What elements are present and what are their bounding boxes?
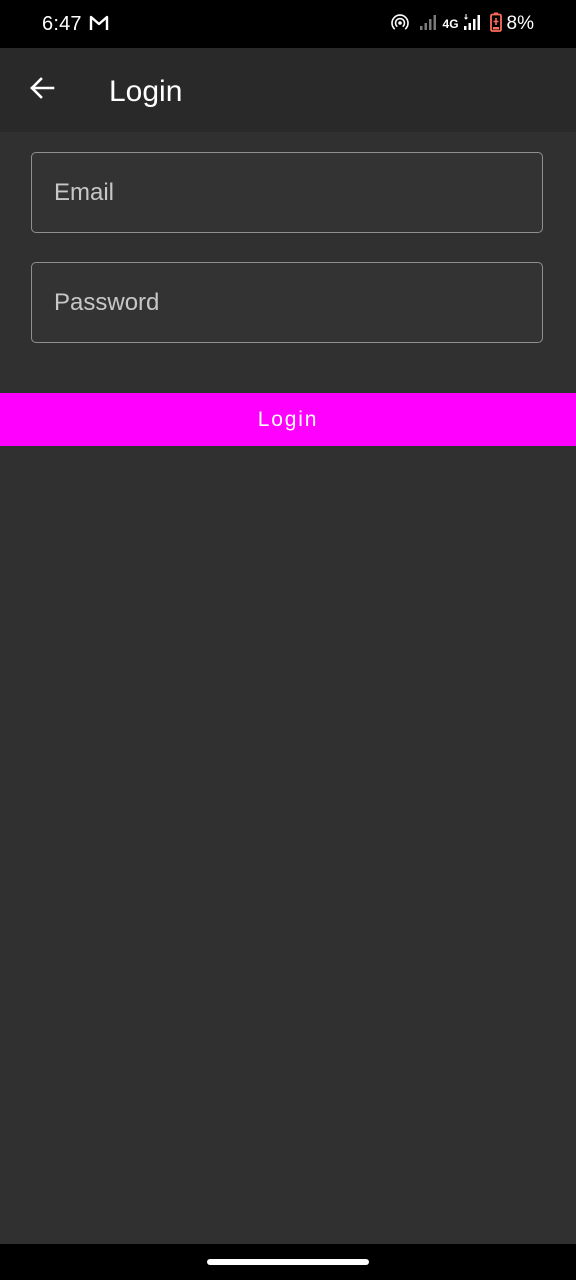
signal-2-icon	[463, 13, 481, 36]
email-input[interactable]	[32, 153, 542, 232]
battery-icon	[489, 12, 502, 37]
hotspot-icon	[390, 13, 409, 36]
gmail-icon	[89, 14, 109, 32]
network-type: 4G	[442, 17, 459, 31]
home-indicator[interactable]	[207, 1259, 369, 1265]
app-bar: Login	[0, 48, 576, 132]
login-button[interactable]: Login	[0, 393, 576, 446]
back-button[interactable]	[22, 70, 62, 110]
system-nav-bar	[0, 1244, 576, 1280]
status-icons: 4G 8%	[385, 12, 534, 36]
page-title: Login	[109, 75, 183, 108]
status-time: 6:47	[42, 13, 82, 35]
email-field[interactable]	[31, 152, 543, 233]
status-bar: 6:47 4G 8%	[0, 0, 576, 48]
battery-percent: 8%	[506, 13, 534, 34]
password-field[interactable]	[31, 262, 543, 343]
signal-1-icon	[419, 13, 437, 36]
arrow-back-icon	[29, 76, 55, 105]
password-input[interactable]	[32, 263, 542, 342]
